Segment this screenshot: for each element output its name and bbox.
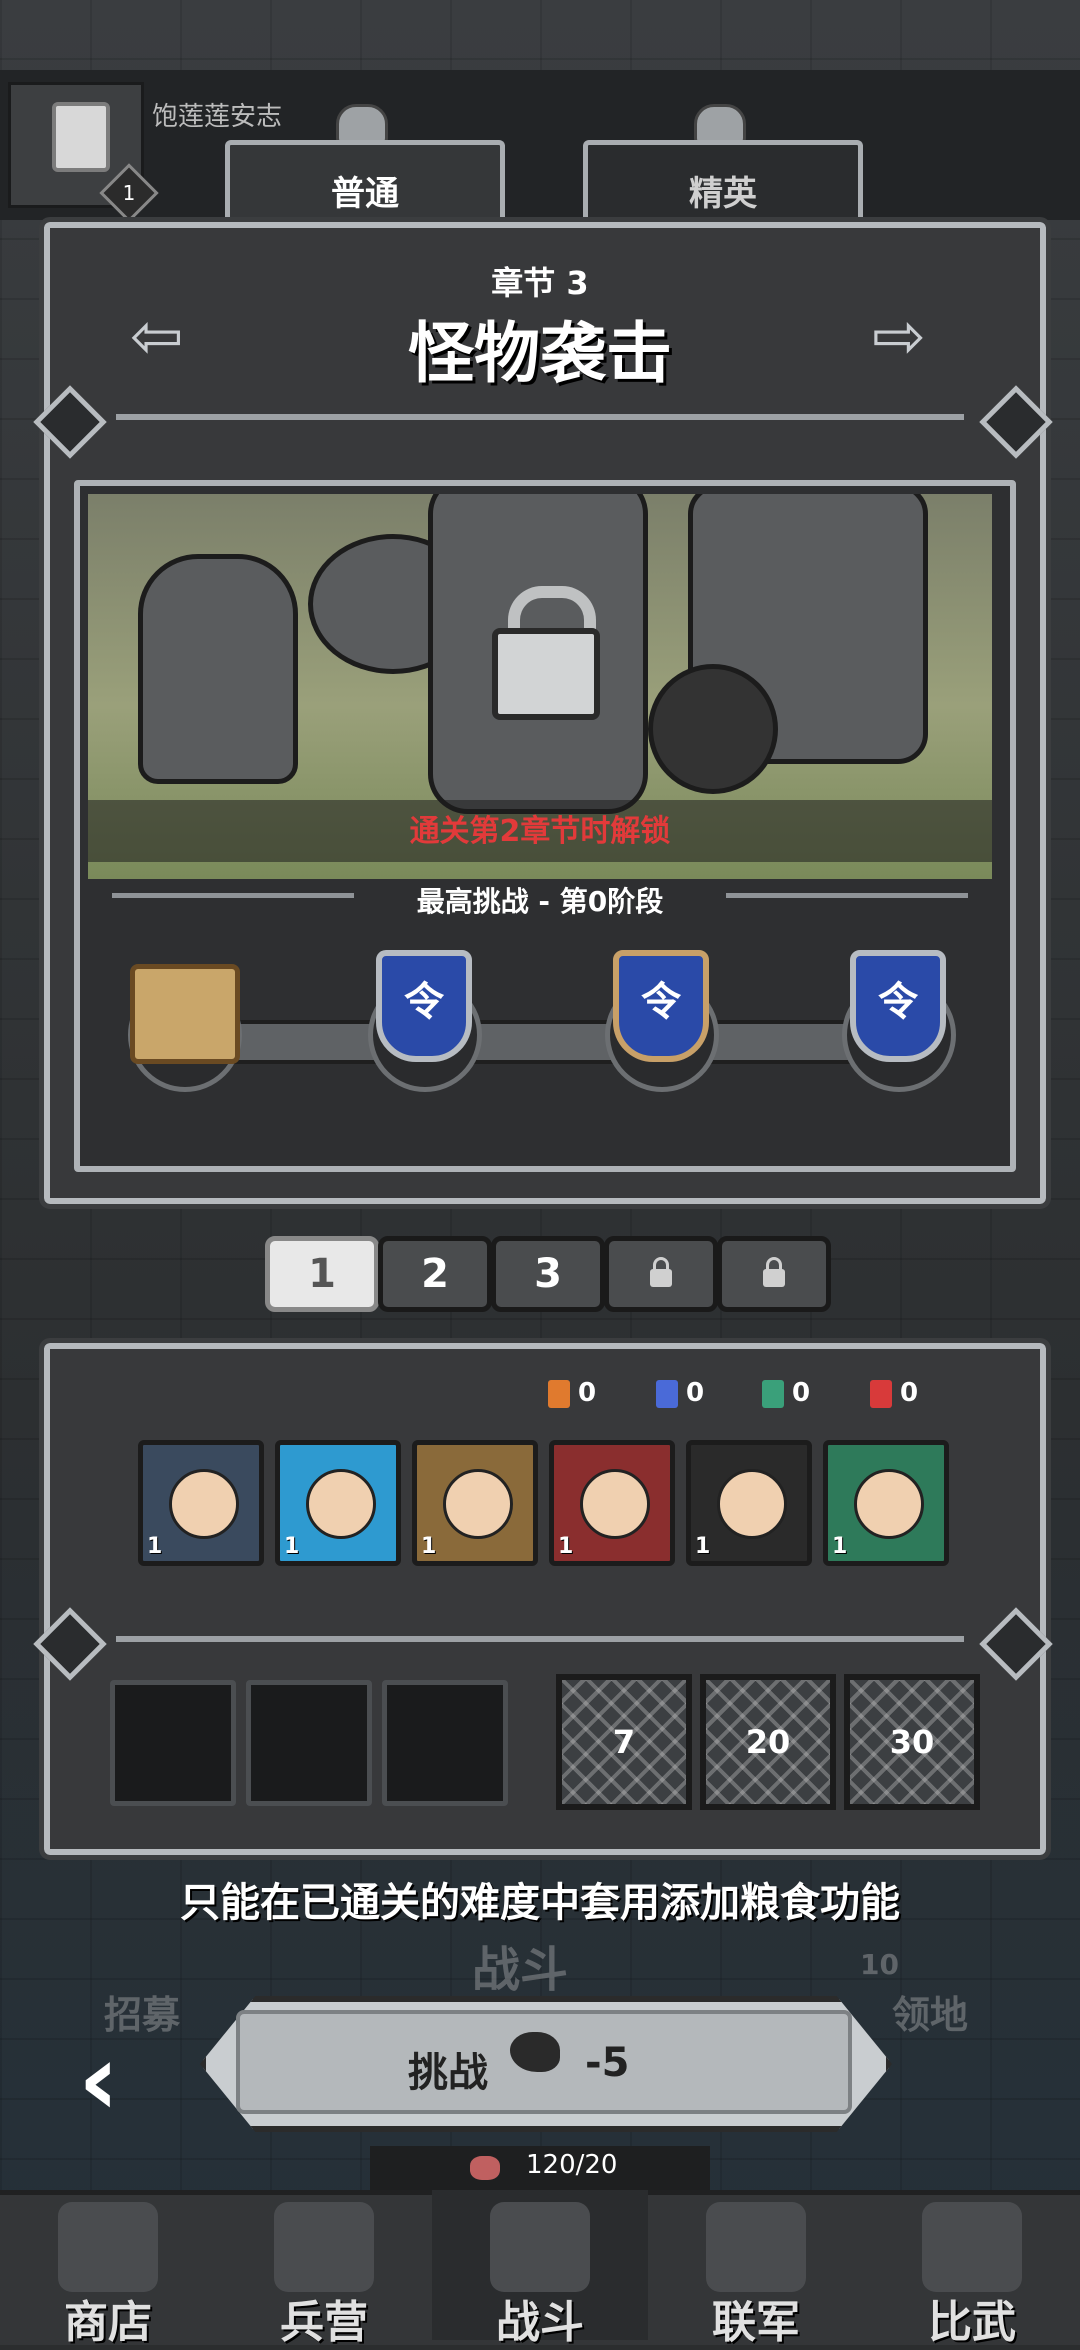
hero-slot[interactable]: 1	[138, 1440, 264, 1566]
territory-count: 10	[860, 1948, 899, 1981]
food-count: 120/20	[526, 2150, 618, 2180]
locked-slot[interactable]: 7	[556, 1674, 692, 1810]
hero-slot[interactable]: 1	[686, 1440, 812, 1566]
progress-track	[708, 1020, 856, 1064]
health-stat: 0	[870, 1378, 918, 1408]
scroll-icon	[130, 964, 240, 1064]
meat-icon	[470, 2156, 500, 2180]
speed-icon	[762, 1379, 784, 1408]
nav-shop[interactable]: 商店	[0, 2190, 216, 2348]
trophy-icon	[52, 102, 110, 172]
locked-slot[interactable]: 30	[844, 1674, 980, 1810]
padlock-icon	[763, 1257, 785, 1287]
hero-portrait	[580, 1469, 650, 1539]
tab-elite[interactable]: 精英	[583, 140, 863, 235]
boss-knight-icon	[138, 554, 298, 784]
battle-ghost-label: 战斗	[472, 1942, 569, 1998]
divider	[116, 1636, 964, 1642]
chapter-number: 章节 3	[491, 264, 589, 302]
top-bar	[0, 70, 1080, 220]
nav-alliance[interactable]: 联军	[648, 2190, 864, 2348]
territory-ghost-label: 领地	[892, 1993, 969, 2037]
hero-level: 1	[832, 1534, 848, 1559]
hero-slot[interactable]: 1	[549, 1440, 675, 1566]
command-token-icon: 令	[613, 950, 709, 1062]
hero-level: 1	[421, 1534, 437, 1559]
hero-portrait	[854, 1469, 924, 1539]
next-chapter-arrow-icon[interactable]: ⇨	[872, 300, 926, 374]
challenge-cost: -5	[585, 2040, 630, 2086]
level-button-locked[interactable]	[604, 1236, 718, 1312]
nav-battle[interactable]: 战斗	[432, 2190, 648, 2348]
tab-normal[interactable]: 普通	[225, 140, 505, 235]
divider	[116, 414, 964, 420]
player-name: 饱莲莲安志	[152, 102, 283, 132]
nav-barracks[interactable]: 兵营	[216, 2190, 432, 2348]
castle-icon	[490, 2202, 590, 2292]
level-button-1[interactable]: 1	[265, 1236, 379, 1312]
hero-slot[interactable]: 1	[275, 1440, 401, 1566]
command-token-icon: 令	[850, 950, 946, 1062]
hero-level: 1	[147, 1534, 163, 1559]
coin-shop-icon	[58, 2202, 158, 2292]
attack-stat: 0	[548, 1378, 596, 1408]
speed-stat: 0	[762, 1378, 810, 1408]
padlock-icon	[650, 1257, 672, 1287]
empty-slot[interactable]	[110, 1680, 236, 1806]
hero-portrait	[443, 1469, 513, 1539]
empty-slot[interactable]	[382, 1680, 508, 1806]
pagoda-icon	[922, 2202, 1022, 2292]
barracks-icon	[274, 2202, 374, 2292]
health-icon	[870, 1379, 892, 1408]
level-button-2[interactable]: 2	[378, 1236, 492, 1312]
level-button-3[interactable]: 3	[491, 1236, 605, 1312]
dragon-banner-icon	[706, 2202, 806, 2292]
hero-portrait	[169, 1469, 239, 1539]
nav-arena[interactable]: 比武	[864, 2190, 1080, 2348]
unlock-hint: 通关第2章节时解锁	[409, 814, 671, 849]
lock-icon	[492, 628, 600, 720]
progress-track	[472, 1020, 620, 1064]
meat-icon	[510, 2032, 560, 2072]
prev-chapter-arrow-icon[interactable]: ⇦	[130, 300, 184, 374]
hero-level: 1	[558, 1534, 574, 1559]
back-button[interactable]: ‹	[78, 2030, 119, 2130]
locked-slot[interactable]: 20	[700, 1674, 836, 1810]
empty-slot[interactable]	[246, 1680, 372, 1806]
hero-slot[interactable]: 1	[823, 1440, 949, 1566]
attack-icon	[548, 1379, 570, 1408]
defense-icon	[656, 1379, 678, 1408]
defense-stat: 0	[656, 1378, 704, 1408]
wheel-icon	[648, 664, 778, 794]
feature-tip: 只能在已通关的难度中套用添加粮食功能	[180, 1880, 900, 1926]
hero-level: 1	[695, 1534, 711, 1559]
challenge-label: 挑战	[408, 2050, 488, 2096]
hero-portrait	[306, 1469, 376, 1539]
progress-track	[232, 1020, 390, 1064]
command-token-icon: 令	[376, 950, 472, 1062]
best-challenge: 最高挑战 - 第0阶段	[416, 885, 664, 918]
hero-slot[interactable]: 1	[412, 1440, 538, 1566]
level-button-locked[interactable]	[717, 1236, 831, 1312]
hero-portrait	[717, 1469, 787, 1539]
hero-level: 1	[284, 1534, 300, 1559]
